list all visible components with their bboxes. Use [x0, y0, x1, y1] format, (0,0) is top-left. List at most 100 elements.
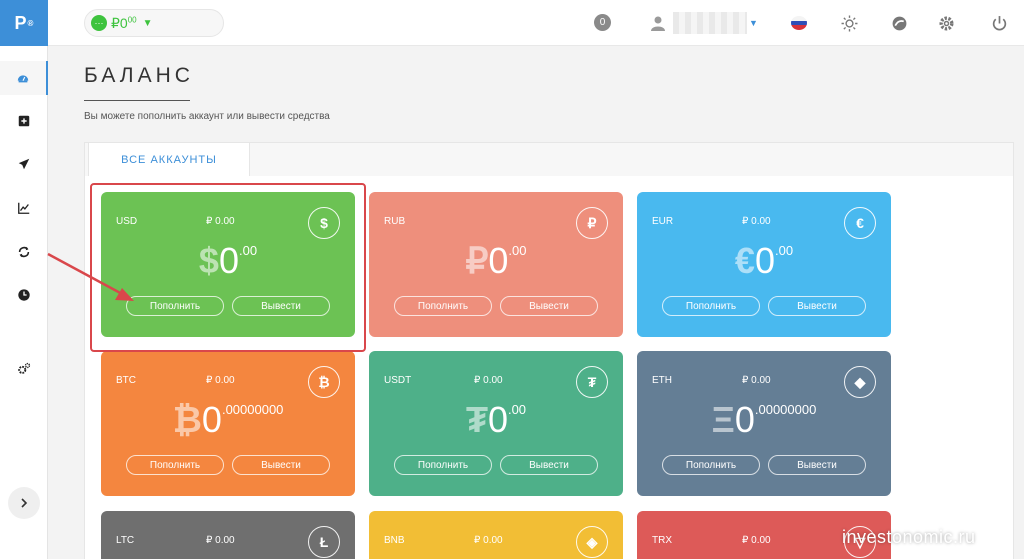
logo-letter: P — [14, 12, 27, 33]
card-rub-equivalent: ₽ 0.00 — [742, 216, 771, 227]
topbar: ··· ₽000 ▼ 0 ▼ — [48, 0, 1024, 46]
card-balance: €0.00 — [637, 240, 891, 282]
ruble-icon: ₽ — [576, 207, 608, 239]
title-underline — [84, 100, 190, 101]
withdraw-button[interactable]: Вывести — [232, 455, 330, 475]
account-card-ltc: LTC ₽ 0.00 Ł — [101, 511, 355, 559]
send-icon — [18, 158, 30, 170]
clock-icon — [18, 289, 30, 301]
sidebar-item-exchange[interactable] — [0, 235, 48, 269]
card-rub-equivalent: ₽ 0.00 — [474, 535, 503, 546]
card-balance-int: 0 — [488, 240, 509, 281]
plus-box-icon — [18, 115, 30, 127]
card-currency-code: TRX — [652, 535, 672, 546]
card-currency-code: EUR — [652, 216, 674, 227]
account-card-eur: EUR ₽ 0.00 € €0.00 Пополнить Вывести — [637, 192, 891, 337]
withdraw-button[interactable]: Вывести — [500, 296, 598, 316]
page-title: БАЛАНС — [84, 64, 194, 87]
sidebar-item-history[interactable] — [0, 278, 48, 312]
sidebar-item-stats[interactable] — [0, 191, 48, 225]
card-balance-dec: .00 — [774, 243, 794, 258]
account-card-usdt: USDT ₽ 0.00 ₮ ₮0.00 Пополнить Вывести — [369, 351, 623, 496]
litecoin-icon: Ł — [308, 526, 340, 558]
sidebar: P ® — [0, 0, 48, 559]
chart-icon — [18, 202, 30, 214]
card-balance-int: 0 — [487, 399, 508, 440]
card-currency-code: ETH — [652, 375, 672, 386]
card-balance: ₮0.00 — [369, 399, 623, 441]
bitcoin-icon: ₿ — [308, 366, 340, 398]
account-card-eth: ETH ₽ 0.00 ◆ Ξ0.00000000 Пополнить Вывес… — [637, 351, 891, 496]
deposit-button[interactable]: Пополнить — [394, 296, 492, 316]
exchange-icon — [18, 246, 30, 258]
withdraw-button[interactable]: Вывести — [768, 296, 866, 316]
deposit-button[interactable]: Пополнить — [662, 455, 760, 475]
card-balance-dec: .00 — [508, 243, 527, 258]
card-balance-symbol: Ξ — [711, 399, 735, 440]
card-balance-dec: .00000000 — [754, 402, 817, 417]
watermark: investonomic.ru — [842, 527, 976, 547]
user-name-blurred[interactable] — [673, 12, 747, 34]
card-balance-dec: .00 — [507, 402, 527, 417]
sidebar-item-settings[interactable] — [0, 352, 48, 386]
card-rub-equivalent: ₽ 0.00 — [742, 375, 771, 386]
card-balance-int: 0 — [734, 399, 755, 440]
account-card-bnb: BNB ₽ 0.00 ◈ — [369, 511, 623, 559]
card-balance: ₿0.00000000 — [101, 399, 355, 441]
ethereum-icon: ◆ — [844, 366, 876, 398]
user-avatar-icon[interactable] — [648, 13, 668, 33]
card-balance-symbol: ₿ — [172, 399, 202, 440]
tether-icon: ₮ — [576, 366, 608, 398]
card-balance-dec: .00000000 — [221, 402, 284, 417]
settings-icon — [18, 362, 31, 374]
card-balance-symbol: € — [734, 240, 755, 281]
wallet-balance-dropdown[interactable]: ··· ₽000 ▼ — [84, 9, 224, 37]
wallet-currency-symbol: ₽ — [111, 14, 120, 31]
user-menu-caret-icon[interactable]: ▼ — [749, 18, 758, 28]
card-rub-equivalent: ₽ 0.00 — [206, 375, 235, 386]
page-subtitle: Вы можете пополнить аккаунт или вывести … — [84, 111, 330, 122]
sidebar-item-send[interactable] — [0, 147, 48, 181]
card-balance-int: 0 — [754, 240, 775, 281]
euro-icon: € — [844, 207, 876, 239]
theme-sun-icon[interactable] — [839, 13, 859, 33]
dashboard-icon — [17, 75, 29, 83]
notifications-badge[interactable]: 0 — [594, 14, 611, 31]
card-currency-code: USDT — [384, 375, 412, 386]
highlight-frame — [90, 183, 366, 352]
sidebar-expand-button[interactable] — [8, 487, 40, 519]
deposit-button[interactable]: Пополнить — [126, 455, 224, 475]
logo-mark: ® — [27, 18, 34, 28]
settings-gear-icon[interactable] — [936, 13, 956, 33]
card-rub-equivalent: ₽ 0.00 — [474, 375, 503, 386]
sidebar-item-dashboard[interactable] — [0, 61, 48, 95]
card-currency-code: BTC — [116, 375, 136, 386]
card-balance: Ξ0.00000000 — [637, 399, 891, 441]
card-currency-code: BNB — [384, 535, 405, 546]
tab-all-accounts[interactable]: ВСЕ АККАУНТЫ — [88, 142, 250, 176]
card-currency-code: LTC — [116, 535, 135, 546]
support-lifebuoy-icon[interactable] — [889, 13, 909, 33]
language-flag-ru-icon[interactable] — [789, 13, 809, 33]
card-rub-equivalent: ₽ 0.00 — [742, 535, 771, 546]
wallet-amount-int: 0 — [119, 14, 128, 31]
app-logo[interactable]: P ® — [0, 0, 48, 46]
deposit-button[interactable]: Пополнить — [662, 296, 760, 316]
chevron-right-icon — [21, 498, 28, 508]
wallet-amount: ₽000 — [111, 15, 137, 32]
logout-power-icon[interactable] — [989, 13, 1009, 33]
account-card-rub: RUB ₽ ₽0.00 Пополнить Вывести — [369, 192, 623, 337]
wallet-status-dot: ··· — [91, 15, 107, 31]
withdraw-button[interactable]: Вывести — [500, 455, 598, 475]
card-rub-equivalent: ₽ 0.00 — [206, 535, 235, 546]
caret-down-icon: ▼ — [142, 17, 153, 29]
card-currency-code: RUB — [384, 216, 406, 227]
card-balance-int: 0 — [201, 399, 222, 440]
card-balance-symbol: ₽ — [465, 240, 489, 281]
account-card-btc: BTC ₽ 0.00 ₿ ₿0.00000000 Пополнить Вывес… — [101, 351, 355, 496]
card-balance-symbol: ₮ — [465, 399, 488, 440]
withdraw-button[interactable]: Вывести — [768, 455, 866, 475]
deposit-button[interactable]: Пополнить — [394, 455, 492, 475]
binance-icon: ◈ — [576, 526, 608, 558]
sidebar-item-deposit[interactable] — [0, 104, 48, 138]
